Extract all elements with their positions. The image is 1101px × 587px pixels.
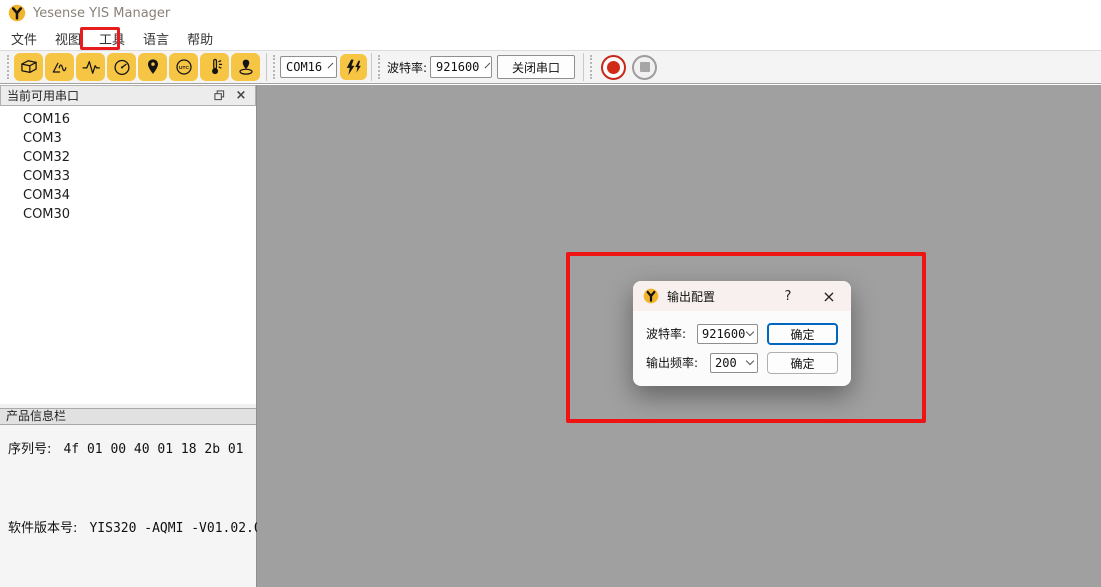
firmware-version-value: YIS320 -AQMI -V01.02.03; — [89, 521, 277, 536]
info-panel-header: 产品信息栏 — [0, 408, 256, 425]
chevron-down-icon — [485, 62, 491, 68]
firmware-version-row: 软件版本号: YIS320 -AQMI -V01.02.03; — [8, 517, 277, 536]
menu-item-language[interactable]: 语言 — [142, 27, 170, 50]
output-rate-confirm-button[interactable]: 确定 — [767, 352, 838, 374]
menu-item-view[interactable]: 视图 — [54, 27, 82, 50]
toolbar-separator — [266, 53, 267, 81]
menu-item-tools[interactable]: 工具 — [98, 27, 126, 50]
port-list: COM16 COM3 COM32 COM33 COM34 COM30 — [0, 106, 256, 404]
firmware-version-label: 软件版本号: — [8, 521, 77, 536]
close-icon: × — [236, 90, 247, 102]
dialog-output-rate-select[interactable]: 200 — [710, 353, 758, 373]
dialog-output-rate-label: 输出频率: — [646, 352, 698, 374]
menu-bar: 文件 视图 工具 语言 帮助 — [0, 26, 1101, 51]
close-serial-button[interactable]: 关闭串口 — [497, 55, 575, 79]
port-select[interactable]: COM16 — [280, 56, 337, 78]
attitude-waveform-icon — [50, 57, 70, 77]
attitude-waveform-button[interactable] — [45, 53, 74, 81]
toolbar-drag-handle[interactable] — [7, 55, 9, 79]
refresh-ports-button[interactable] — [340, 54, 367, 80]
pulse-waveform-icon — [81, 57, 101, 77]
list-item-port[interactable]: COM32 — [0, 148, 256, 167]
thermometer-icon — [205, 57, 225, 77]
list-item-port[interactable]: COM34 — [0, 186, 256, 205]
gauge-icon — [112, 57, 132, 77]
pulse-waveform-button[interactable] — [76, 53, 105, 81]
toolbar-drag-handle[interactable] — [273, 55, 275, 79]
svg-text:UTC: UTC — [179, 65, 189, 71]
float-dock-button[interactable] — [211, 89, 227, 103]
dialog-title: 输出配置 — [667, 288, 715, 305]
serial-number-row: 序列号: 4f 01 00 40 01 18 2b 01 — [8, 438, 244, 457]
list-item-port[interactable]: COM33 — [0, 167, 256, 186]
list-item-port[interactable]: COM3 — [0, 129, 256, 148]
utc-clock-icon: UTC — [174, 57, 194, 77]
serial-number-value: 4f 01 00 40 01 18 2b 01 — [63, 442, 243, 457]
cube-3d-icon — [19, 57, 39, 77]
chevron-down-icon — [746, 357, 754, 365]
ports-dock-title: 当前可用串口 — [7, 87, 205, 104]
toolbar-separator — [583, 53, 584, 81]
dialog-logo-icon — [643, 288, 659, 304]
double-lightning-icon — [344, 58, 363, 77]
imu-sensor-icon — [236, 57, 256, 77]
location-pin-icon — [143, 57, 163, 77]
menu-item-file[interactable]: 文件 — [10, 27, 38, 50]
window-title: Yesense YIS Manager — [33, 6, 170, 21]
output-config-dialog: 输出配置 ? × 波特率: 921600 确定 输出频率: 200 确定 — [633, 281, 851, 386]
app-window: Yesense YIS Manager 文件 视图 工具 语言 帮助 — [0, 0, 1101, 587]
baud-confirm-button[interactable]: 确定 — [767, 323, 838, 345]
content-area: 当前可用串口 × COM16 COM3 COM32 COM33 COM34 CO… — [0, 85, 1101, 587]
close-icon: × — [822, 287, 835, 306]
dialog-baud-select[interactable]: 921600 — [697, 324, 758, 344]
dialog-help-button[interactable]: ? — [777, 281, 799, 311]
list-item-port[interactable]: COM16 — [0, 110, 256, 129]
stop-icon — [640, 62, 650, 72]
dialog-title-bar[interactable]: 输出配置 ? × — [633, 281, 851, 311]
toolbar-drag-handle[interactable] — [378, 55, 380, 79]
info-panel-body: 序列号: 4f 01 00 40 01 18 2b 01 软件版本号: YIS3… — [0, 425, 256, 587]
toolbar: UTC COM16 — [0, 51, 1101, 84]
output-rate-row: 输出频率: 200 确定 — [633, 352, 851, 374]
imu-sensor-button[interactable] — [231, 53, 260, 81]
utc-clock-button[interactable]: UTC — [169, 53, 198, 81]
float-window-icon — [214, 90, 225, 101]
baud-rate-label: 波特率: — [387, 59, 427, 76]
stop-button[interactable] — [632, 55, 657, 80]
title-bar: Yesense YIS Manager — [0, 0, 1101, 26]
left-panel: 当前可用串口 × COM16 COM3 COM32 COM33 COM34 CO… — [0, 85, 257, 587]
chevron-down-icon — [328, 62, 334, 68]
record-icon — [607, 61, 620, 74]
dialog-close-button[interactable]: × — [815, 281, 843, 311]
baud-rate-row: 波特率: 921600 确定 — [633, 323, 851, 345]
ports-dock-header: 当前可用串口 × — [0, 85, 256, 106]
toolbar-separator — [371, 53, 372, 81]
close-dock-button[interactable]: × — [233, 89, 249, 103]
baud-rate-select[interactable]: 921600 — [430, 56, 492, 78]
menu-item-help[interactable]: 帮助 — [186, 27, 214, 50]
chevron-down-icon — [746, 328, 754, 336]
location-pin-button[interactable] — [138, 53, 167, 81]
cube-3d-button[interactable] — [14, 53, 43, 81]
app-logo-icon — [8, 4, 26, 22]
gauge-button[interactable] — [107, 53, 136, 81]
thermometer-button[interactable] — [200, 53, 229, 81]
toolbar-drag-handle[interactable] — [590, 55, 592, 79]
dialog-baud-label: 波特率: — [646, 323, 686, 345]
list-item-port[interactable]: COM30 — [0, 205, 256, 224]
record-button[interactable] — [601, 55, 626, 80]
serial-number-label: 序列号: — [8, 442, 51, 457]
